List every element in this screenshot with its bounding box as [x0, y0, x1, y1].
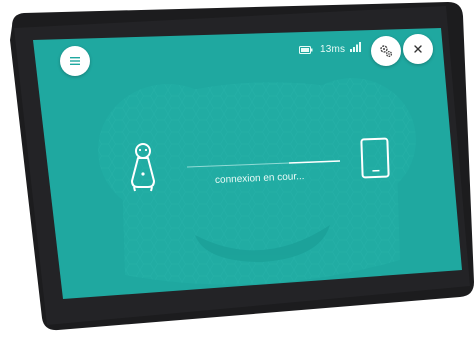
connection-progress-line	[186, 160, 341, 168]
connection-status-text: connexion en cour...	[214, 171, 305, 186]
close-icon	[414, 45, 422, 53]
menu-icon	[70, 57, 80, 65]
ping-readout: 13ms	[320, 44, 346, 55]
battery-icon	[299, 46, 313, 54]
app-screen: 13ms connexion en cour...	[0, 0, 474, 332]
close-button[interactable]	[403, 34, 433, 64]
menu-button[interactable]	[60, 46, 90, 76]
robot-icon	[131, 143, 155, 192]
settings-button[interactable]	[371, 36, 401, 66]
signal-icon	[350, 42, 361, 52]
gear-icon	[380, 45, 393, 58]
tablet-icon	[360, 137, 390, 179]
